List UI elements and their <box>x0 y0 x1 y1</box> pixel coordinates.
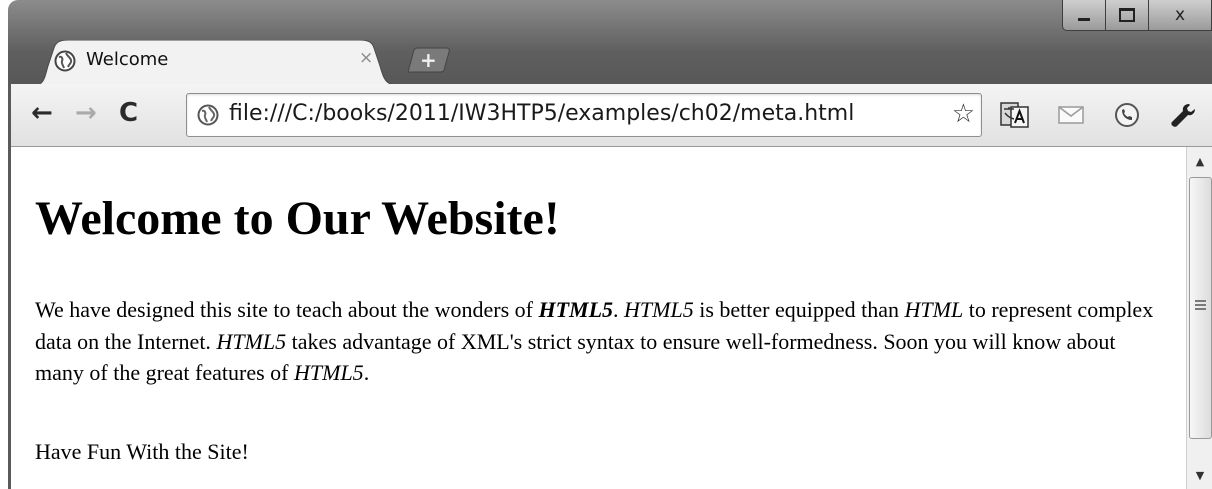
reload-button[interactable]: C <box>119 98 138 128</box>
phone-icon[interactable] <box>1110 98 1144 132</box>
emphasis-html5: HTML5 <box>294 360 364 385</box>
globe-icon <box>197 104 219 126</box>
emphasis-html: HTML <box>904 297 964 322</box>
minimize-button[interactable] <box>1062 0 1106 31</box>
scroll-up-button[interactable]: ▲ <box>1187 147 1212 175</box>
paragraph-text: . <box>363 360 370 385</box>
browser-toolbar: ← → C file:///C:/books/2011/IW3HTP5/exam… <box>11 84 1212 147</box>
emphasis-html5: HTML5 <box>216 328 287 354</box>
tab-close-button[interactable]: × <box>359 48 373 68</box>
plus-icon: + <box>420 48 437 72</box>
maximize-button[interactable] <box>1106 0 1149 31</box>
emphasis-html5-bold: HTML5 <box>538 297 614 322</box>
paragraph-text: is better equipped than <box>693 297 905 322</box>
maximize-icon <box>1119 8 1135 22</box>
translate-icon[interactable] <box>998 98 1032 132</box>
address-url[interactable]: file:///C:/books/2011/IW3HTP5/examples/c… <box>229 101 854 126</box>
title-bar: x Welcome × + <box>8 0 1212 86</box>
emphasis-html5: HTML5 <box>624 297 694 322</box>
minimize-icon <box>1078 17 1090 21</box>
scroll-thumb[interactable] <box>1189 177 1212 439</box>
tab-title: Welcome <box>86 49 169 70</box>
back-button[interactable]: ← <box>31 98 53 128</box>
page-title: Welcome to Our Website! <box>35 192 560 245</box>
address-bar[interactable]: file:///C:/books/2011/IW3HTP5/examples/c… <box>186 93 982 137</box>
tab-welcome[interactable]: Welcome × <box>30 40 402 86</box>
window-controls: x <box>1062 0 1212 32</box>
paragraph-text: . <box>613 297 625 322</box>
scroll-grip-icon <box>1195 300 1206 310</box>
page-content: Welcome to Our Website! We have designed… <box>11 147 1186 489</box>
intro-paragraph: We have designed this site to teach abou… <box>35 294 1155 389</box>
vertical-scrollbar[interactable]: ▲ ▼ <box>1186 147 1212 489</box>
new-tab-button[interactable]: + <box>406 47 452 73</box>
paragraph-text: We have designed this site to teach abou… <box>35 297 539 322</box>
closing-paragraph: Have Fun With the Site! <box>35 439 249 464</box>
scroll-down-button[interactable]: ▼ <box>1187 461 1212 489</box>
mail-icon[interactable] <box>1054 98 1088 132</box>
close-window-button[interactable]: x <box>1149 0 1212 31</box>
bookmark-star-icon[interactable]: ☆ <box>952 99 975 129</box>
globe-icon <box>54 50 76 72</box>
forward-button[interactable]: → <box>75 98 97 128</box>
close-icon: x <box>1174 5 1186 25</box>
browser-window: x Welcome × + ← → C file:///C:/books/201… <box>0 0 1212 489</box>
wrench-icon[interactable] <box>1166 98 1200 132</box>
